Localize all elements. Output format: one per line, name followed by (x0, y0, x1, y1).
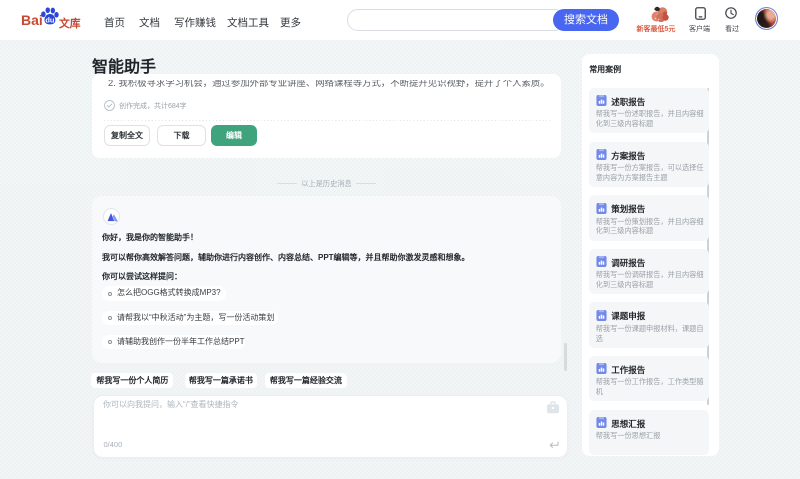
svg-text:du: du (45, 16, 55, 25)
